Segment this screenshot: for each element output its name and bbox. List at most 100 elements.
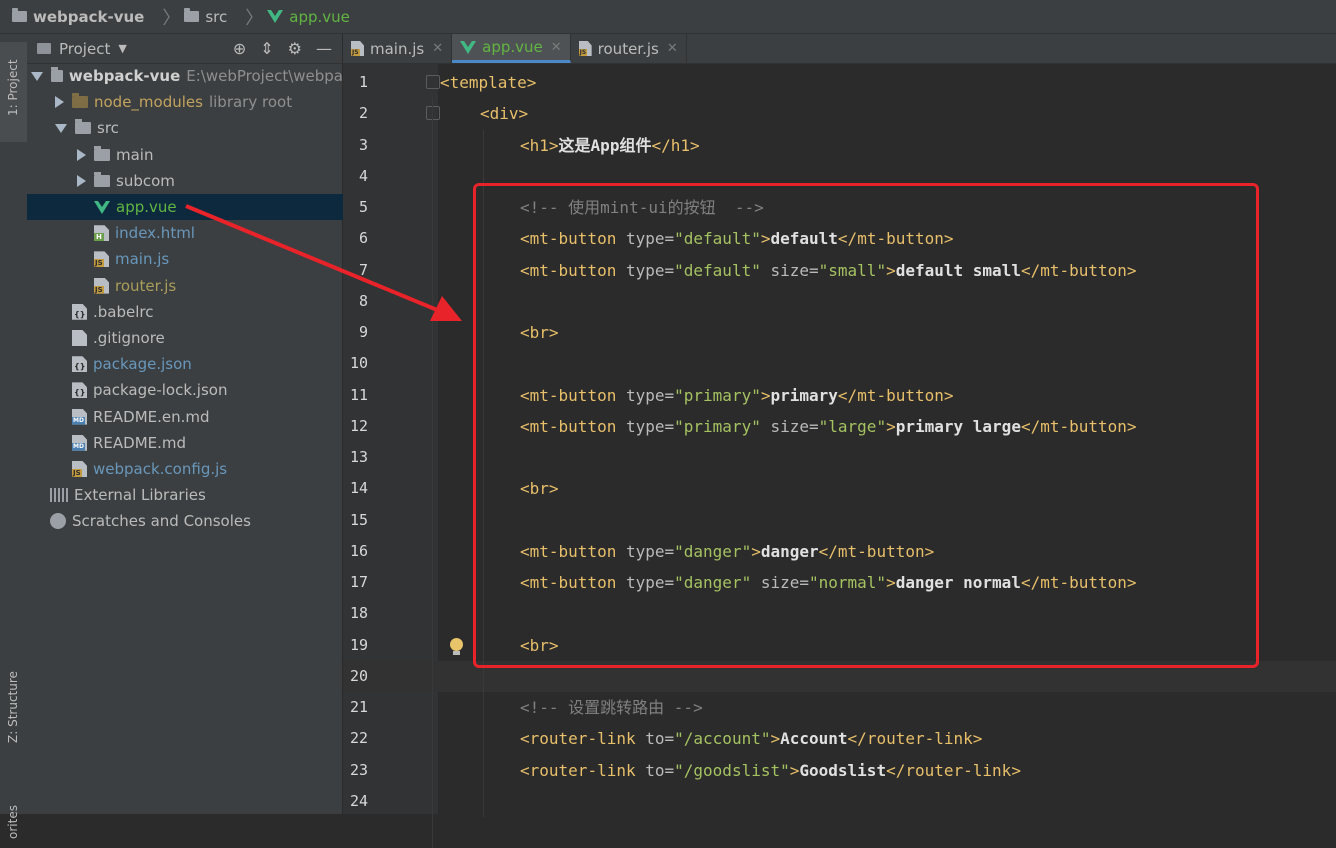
- close-icon[interactable]: ✕: [551, 40, 562, 55]
- tree-item-label: main: [116, 145, 154, 164]
- tree-item-label: README.en.md: [93, 407, 210, 426]
- editor-tab-bar: main.js ✕ app.vue ✕ router.js ✕: [343, 34, 1336, 64]
- vue-file-icon: [267, 10, 284, 23]
- line-number: 13: [349, 448, 368, 466]
- structure-tool-tab[interactable]: Z: Structure: [0, 649, 27, 749]
- code-token: >: [518, 104, 529, 124]
- tree-item-label: External Libraries: [74, 486, 206, 505]
- tree-item[interactable]: README.en.md: [27, 404, 343, 430]
- line-number: 18: [349, 604, 368, 623]
- tab-main-js[interactable]: main.js ✕: [343, 34, 453, 63]
- project-panel-tools: ⊕ ⇕ ⚙ —: [233, 39, 332, 58]
- tree-item[interactable]: subcom: [27, 168, 343, 194]
- code-line: 24: [343, 786, 1336, 817]
- collapse-arrow-icon[interactable]: [77, 174, 86, 187]
- code-token: router-link: [529, 760, 636, 780]
- lightbulb-icon[interactable]: [450, 638, 463, 655]
- code-token: Goodslist: [799, 760, 887, 780]
- js-file-icon: [351, 41, 364, 56]
- line-number: 2: [358, 104, 368, 123]
- code-token: >: [789, 760, 800, 780]
- code-token: <: [520, 760, 530, 780]
- folder-icon: [75, 119, 91, 135]
- breadcrumb-src[interactable]: 〉 src: [156, 4, 227, 30]
- code-token: </: [651, 135, 671, 155]
- favorites-tool-tab[interactable]: orites: [0, 779, 27, 839]
- tree-item[interactable]: src: [27, 115, 343, 141]
- locate-icon[interactable]: ⊕: [233, 39, 246, 58]
- breadcrumb-file[interactable]: 〉 app.vue: [239, 4, 350, 30]
- project-icon: [37, 43, 51, 54]
- tab-router-js[interactable]: router.js ✕: [571, 34, 687, 63]
- tree-item[interactable]: Scratches and Consoles: [27, 508, 343, 534]
- code-line: 21 <!-- 设置跳转路由 -->: [343, 692, 1336, 723]
- folder-excluded-icon: [72, 93, 88, 109]
- tree-item[interactable]: webpack.config.js: [27, 456, 343, 482]
- code-text: <!-- 设置跳转路由 -->: [520, 692, 703, 723]
- tree-item[interactable]: package-lock.json: [27, 377, 343, 403]
- close-icon[interactable]: ✕: [432, 41, 443, 56]
- folder-icon: [51, 67, 63, 82]
- expand-arrow-icon[interactable]: [31, 71, 44, 81]
- tree-item-label: README.md: [93, 433, 187, 452]
- chevron-down-icon: ▼: [118, 42, 127, 55]
- collapse-arrow-icon[interactable]: [77, 148, 86, 161]
- line-number: 11: [349, 385, 368, 404]
- fold-marker-icon[interactable]: [426, 106, 440, 121]
- close-icon[interactable]: ✕: [667, 41, 678, 56]
- line-number: 4: [358, 166, 368, 185]
- line-number: 23: [349, 760, 368, 779]
- tree-item[interactable]: main: [27, 142, 343, 168]
- breadcrumb-project[interactable]: webpack-vue: [12, 8, 144, 26]
- line-number: 22: [349, 729, 368, 748]
- collapse-icon[interactable]: ⇕: [260, 39, 273, 58]
- code-token: router-link: [866, 729, 973, 749]
- project-tool-tab[interactable]: 1: Project: [0, 42, 27, 142]
- tab-app-vue[interactable]: app.vue ✕: [452, 34, 571, 63]
- html-icon: [94, 225, 109, 242]
- code-token: div: [489, 104, 519, 124]
- tab-label: router.js: [597, 39, 659, 58]
- tree-item-label: .babelrc: [93, 302, 154, 321]
- tree-item[interactable]: node_modules library root: [27, 89, 343, 115]
- code-line: 1 <template>: [343, 67, 1336, 98]
- code-text: <div>: [480, 98, 528, 129]
- gear-icon[interactable]: ⚙: [288, 39, 302, 58]
- line-number: 12: [349, 416, 368, 435]
- hide-icon[interactable]: —: [316, 39, 332, 58]
- code-token: <: [520, 729, 530, 749]
- lib-icon: [50, 488, 68, 503]
- code-token: to=: [635, 760, 675, 780]
- fold-marker-icon[interactable]: [426, 75, 440, 89]
- tree-item-label: router.js: [115, 276, 177, 295]
- code-token: <!-- 设置跳转路由 -->: [520, 698, 703, 717]
- scratch-icon: [50, 513, 66, 530]
- collapse-arrow-icon[interactable]: [55, 96, 64, 109]
- vue-file-icon: [460, 40, 477, 54]
- line-number: 16: [349, 541, 368, 560]
- code-token: template: [449, 73, 527, 92]
- cfg-icon: [72, 382, 87, 399]
- tool-tab-label: orites: [6, 805, 20, 839]
- line-number: 3: [358, 135, 368, 154]
- code-token: to=: [635, 729, 675, 749]
- annotation-highlight-box: [473, 183, 1259, 668]
- tree-item-hint: E:\webProject\webpa: [186, 67, 343, 85]
- project-panel-title: Project: [59, 39, 111, 58]
- code-text: <h1>这是App组件</h1>: [520, 130, 700, 161]
- expand-arrow-icon[interactable]: [55, 123, 67, 133]
- code-token: Account: [780, 729, 848, 749]
- code-line: 22 <router-link to="/account">Account</ro…: [343, 723, 1336, 754]
- tree-item[interactable]: webpack-vue E:\webProject\webpa: [27, 63, 343, 89]
- tree-item[interactable]: package.json: [27, 351, 343, 377]
- folder-icon: [12, 8, 27, 22]
- tree-item[interactable]: External Libraries: [27, 482, 343, 508]
- folder-icon: [184, 8, 200, 22]
- tool-tab-label: 1: Project: [6, 59, 20, 116]
- line-number: 24: [349, 791, 368, 810]
- tree-item[interactable]: README.md: [27, 430, 343, 456]
- project-view-selector[interactable]: Project ▼: [37, 40, 127, 58]
- tree-item-hint: library root: [208, 93, 293, 112]
- cfg-icon: [72, 356, 87, 373]
- code-token: >: [972, 729, 983, 749]
